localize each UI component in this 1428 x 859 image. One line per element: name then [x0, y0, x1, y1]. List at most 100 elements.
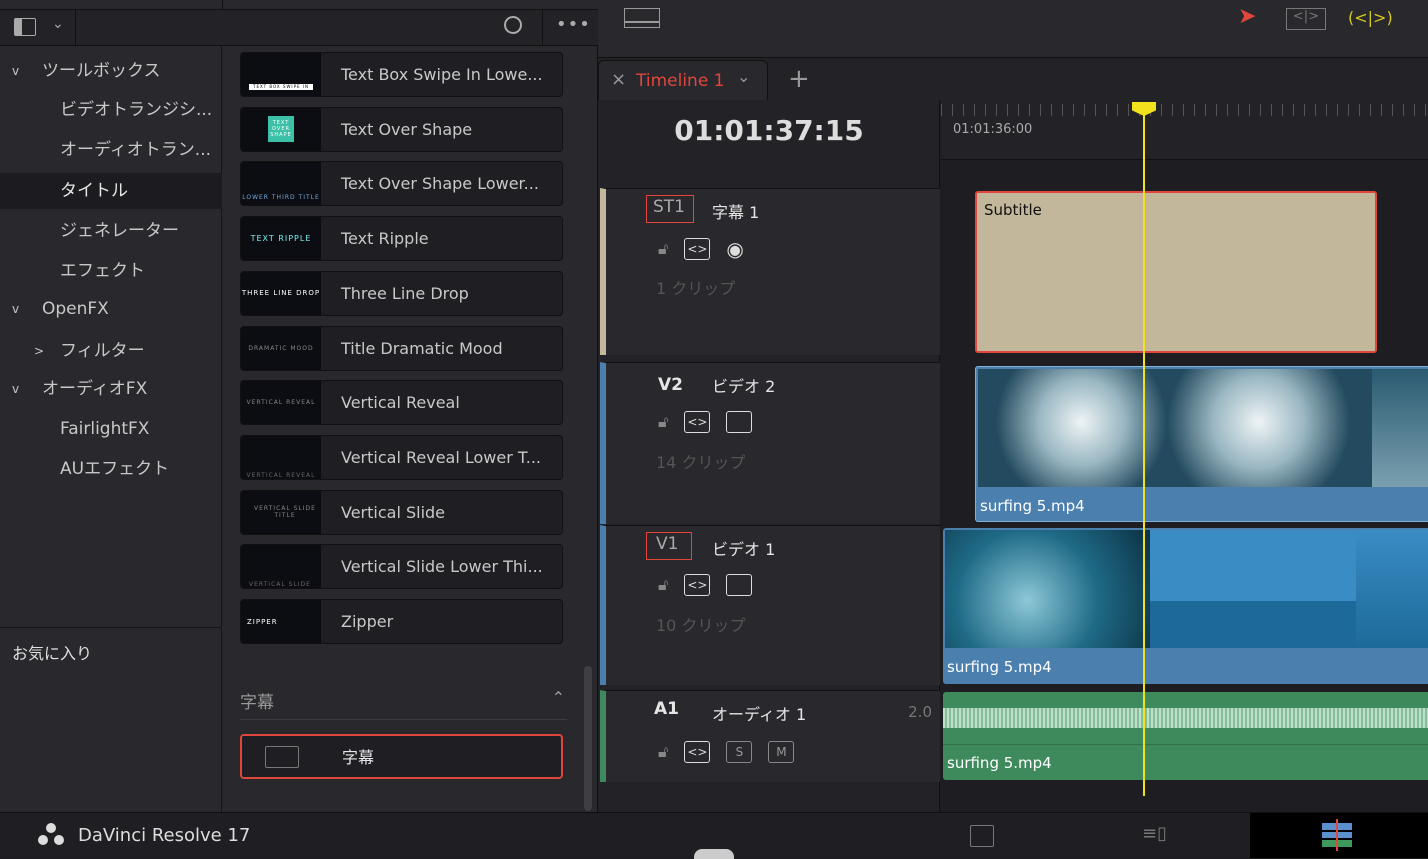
title-item[interactable]: TEXT RIPPLE Text Ripple [240, 216, 563, 262]
thumbnail-text: TEXT RIPPLE [250, 234, 312, 244]
page-bar: DaVinci Resolve 17 ≡▯ [0, 812, 1428, 859]
clip-label: Subtitle [984, 201, 1042, 219]
search-icon[interactable] [504, 16, 522, 34]
mute-button[interactable]: M [768, 741, 795, 763]
chevron-down-icon[interactable]: ⌄ [737, 67, 750, 86]
clip-label: surfing 5.mp4 [980, 497, 1085, 515]
sidebar-item-fairlightfx[interactable]: FairlightFX [0, 411, 222, 447]
title-item[interactable]: LOWER THIRD TITLE Text Over Shape Lower..… [240, 161, 563, 207]
title-item[interactable]: TEXT BOX SWIPE IN Text Box Swipe In Lowe.… [240, 52, 563, 97]
item-label: Title Dramatic Mood [341, 338, 503, 358]
sidebar-item-generators[interactable]: ジェネレーター [0, 213, 222, 249]
title-thumbnail: DRAMATIC MOOD [241, 326, 321, 370]
trim-tool-icon[interactable]: <|> [1286, 8, 1326, 30]
titles-list: TEXT BOX SWIPE IN Text Box Swipe In Lowe.… [222, 46, 598, 812]
auto-select-icon[interactable]: <> [684, 411, 711, 433]
playhead[interactable] [1143, 104, 1145, 796]
title-thumbnail: THREE LINE DROP [241, 271, 321, 315]
thumbnail-text: VERTICAL REVEAL [246, 471, 316, 479]
sidebar-item-filters[interactable]: > フィルター [0, 333, 222, 369]
sidebar-item-openfx[interactable]: v OpenFX [0, 291, 222, 327]
lock-icon[interactable]: 🔓︎ [658, 575, 668, 595]
title-item[interactable]: DRAMATIC MOOD Title Dramatic Mood [240, 325, 563, 371]
title-item[interactable]: VERTICAL SLIDE Vertical Slide Lower Thi..… [240, 544, 563, 590]
video-enable-icon[interactable] [726, 574, 753, 596]
thumbnail-text: VERTICAL SLIDE [249, 581, 311, 589]
panel-layout-icon[interactable] [14, 18, 36, 36]
edit-page-button[interactable] [1250, 813, 1428, 858]
sidebar-item-audio-transitions[interactable]: オーディオトラン... [0, 132, 222, 168]
item-label: Text Over Shape [341, 119, 473, 139]
video-enable-icon[interactable] [726, 411, 753, 433]
title-thumbnail: ZIPPER [241, 600, 321, 643]
ruler[interactable]: 01:01:36:00 [941, 100, 1428, 160]
title-item[interactable]: VERTICAL REVEAL Vertical Reveal Lower T..… [240, 434, 563, 480]
thumbnail-text: LOWER THIRD TITLE [242, 194, 320, 202]
scrollbar[interactable] [584, 666, 592, 811]
subtitle-section-header[interactable]: 字幕 ⌃ [240, 688, 567, 720]
title-item[interactable]: ZIPPER Zipper [240, 599, 563, 644]
sidebar-item-video-transitions[interactable]: ビデオトランジシ... [0, 92, 222, 128]
sidebar-item-toolbox[interactable]: v ツールボックス [0, 53, 222, 89]
video-clip-v2[interactable]: surfing 5.mp4 [975, 366, 1428, 522]
title-thumbnail: LOWER THIRD TITLE [241, 162, 321, 206]
cut-page-icon[interactable]: ≡▯ [1142, 823, 1167, 844]
lock-icon[interactable]: 🔓︎ [658, 239, 668, 259]
ellipsis-icon[interactable]: ••• [556, 14, 591, 35]
dynamic-trim-icon[interactable]: (<|>) [1348, 8, 1393, 27]
title-thumbnail: TEXT OVER SHAPE [241, 107, 321, 151]
label: タイトル [60, 181, 128, 201]
add-timeline-button[interactable]: + [788, 64, 810, 94]
timeline-view-icon[interactable] [624, 8, 660, 28]
title-item[interactable]: VERTICAL REVEAL Vertical Reveal [240, 380, 563, 426]
tab-timeline-1[interactable]: × Timeline 1 ⌄ [598, 60, 768, 100]
title-item[interactable]: THREE LINE DROP Three Line Drop [240, 270, 563, 316]
selection-tool-icon[interactable]: ➤ [1238, 4, 1256, 29]
label: FairlightFX [60, 419, 150, 439]
track-id: V1 [656, 534, 679, 554]
auto-select-icon[interactable]: <> [684, 238, 711, 260]
chevron-down-icon[interactable]: ⌄ [52, 16, 64, 32]
track-id: A1 [654, 699, 679, 719]
title-thumbnail: VERTICAL SLIDE [241, 545, 321, 589]
lock-icon[interactable]: 🔓︎ [658, 742, 668, 762]
timeline-toolbar: ➤ <|> (<|>) [598, 0, 1428, 58]
video-clip-v1[interactable]: surfing 5.mp4 [943, 528, 1428, 684]
auto-select-icon[interactable]: <> [684, 574, 711, 596]
davinci-logo-icon [38, 823, 64, 847]
clip-thumbnail [1356, 530, 1428, 648]
item-label: Vertical Reveal [341, 393, 460, 413]
label: ジェネレーター [60, 221, 179, 241]
item-label: Text Ripple [341, 229, 429, 249]
timecode: 01:01:37:15 [674, 114, 864, 147]
close-icon[interactable]: × [611, 69, 626, 90]
item-label: Vertical Slide [341, 502, 446, 522]
sidebar-item-effects[interactable]: エフェクト [0, 253, 222, 289]
solo-button[interactable]: S [726, 741, 753, 763]
label: ツールボックス [42, 61, 161, 81]
sidebar-item-audiofx[interactable]: v オーディオFX [0, 371, 222, 407]
sidebar-item-au-effects[interactable]: AUエフェクト [0, 451, 222, 487]
sidebar-item-titles[interactable]: タイトル [0, 173, 222, 209]
auto-select-icon[interactable]: <> [684, 741, 711, 763]
audio-clip-a1[interactable]: surfing 5.mp4 [943, 692, 1428, 780]
media-page-icon[interactable] [970, 825, 994, 847]
favorites-heading[interactable]: お気に入り [12, 640, 92, 664]
title-item[interactable]: VERTICAL SLIDE TITLE Vertical Slide [240, 489, 563, 535]
subtitle-clip[interactable]: Subtitle [975, 191, 1377, 353]
label: フィルター [60, 341, 145, 361]
subtitle-item[interactable]: 字幕 [240, 734, 563, 779]
eye-icon[interactable]: ◉ [726, 237, 743, 261]
item-label: Vertical Reveal Lower T... [341, 447, 542, 467]
clip-label: surfing 5.mp4 [947, 658, 1052, 676]
top-strip [0, 0, 598, 10]
title-item[interactable]: TEXT OVER SHAPE Text Over Shape [240, 106, 563, 152]
title-thumbnail: TEXT RIPPLE [241, 217, 321, 261]
ruler-timecode: 01:01:36:00 [953, 122, 1033, 137]
thumbnail-text: DRAMATIC MOOD [248, 344, 314, 352]
track-id: V2 [658, 375, 683, 395]
lock-icon[interactable]: 🔓︎ [658, 412, 668, 432]
collapse-handle[interactable] [694, 849, 734, 859]
channel-level: 2.0 [908, 703, 932, 721]
label: AUエフェクト [60, 459, 170, 479]
